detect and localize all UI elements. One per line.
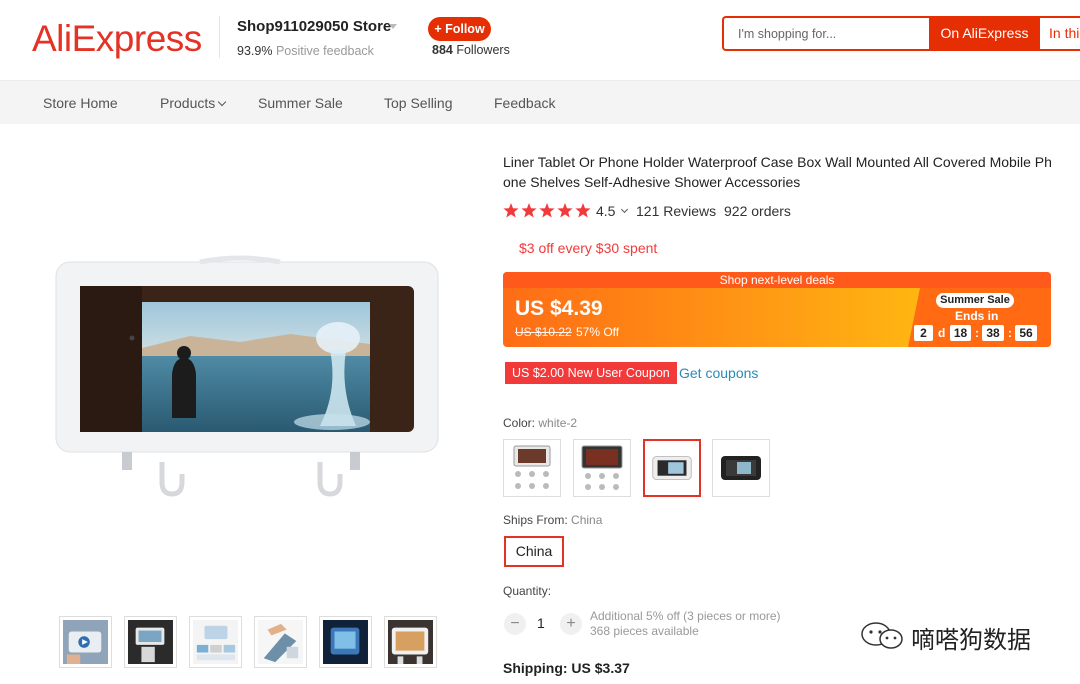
current-price: US $4.39 xyxy=(515,297,603,320)
store-feedback: 93.9% Positive feedback xyxy=(237,44,374,58)
rating-value[interactable]: 4.5 xyxy=(596,203,615,219)
color-label: Color: white-2 xyxy=(503,416,577,430)
quantity-label: Quantity: xyxy=(503,584,552,598)
store-name[interactable]: Shop911029050 Store xyxy=(237,18,391,35)
star-icon xyxy=(539,203,555,218)
followers-count: 884 Followers xyxy=(432,43,510,57)
nav-feedback[interactable]: Feedback xyxy=(494,95,555,111)
stock-available: 368 pieces available xyxy=(590,624,699,638)
discount-percent: 57% Off xyxy=(576,325,620,339)
ships-from-label: Ships From: China xyxy=(503,513,602,527)
product-title: Liner Tablet Or Phone Holder Waterproof … xyxy=(503,154,1052,190)
quantity-note: Additional 5% off (3 pieces or more) 368… xyxy=(590,609,781,639)
store-promotion[interactable]: $3 off every $30 spent xyxy=(519,240,657,256)
nav-products[interactable]: Products xyxy=(160,95,227,111)
chevron-down-icon xyxy=(218,97,227,107)
nav-summer-sale[interactable]: Summer Sale xyxy=(258,95,343,111)
search-input[interactable] xyxy=(724,18,929,49)
color-swatch-2[interactable] xyxy=(573,439,631,497)
thumbnail-5[interactable] xyxy=(319,616,372,668)
follow-button[interactable]: + Follow xyxy=(428,17,491,41)
quantity-decrease-button[interactable]: − xyxy=(504,613,526,635)
ships-from-value: China xyxy=(571,513,603,527)
star-icon xyxy=(503,203,519,218)
feedback-label: Positive feedback xyxy=(275,44,374,58)
rating-stars xyxy=(503,203,591,218)
orders-count: 922 orders xyxy=(724,203,791,219)
ships-from-label-text: Ships From: xyxy=(503,513,568,527)
deal-banner: Shop next-level deals US $4.39 US $10.22… xyxy=(503,272,1051,347)
thumbnail-2[interactable] xyxy=(124,616,177,668)
summer-sale-badge: Summer Sale xyxy=(936,293,1014,308)
quantity-value[interactable]: 1 xyxy=(537,615,545,631)
color-label-text: Color: xyxy=(503,416,536,430)
get-coupons-link[interactable]: Get coupons xyxy=(679,365,758,381)
countdown-seconds: 56 xyxy=(1015,325,1037,341)
countdown-separator: : xyxy=(975,326,979,340)
star-icon xyxy=(575,203,591,218)
nav-store-home[interactable]: Store Home xyxy=(43,95,118,111)
thumbnail-3[interactable] xyxy=(189,616,242,668)
feedback-percent: 93.9% xyxy=(237,44,273,58)
chevron-down-icon[interactable] xyxy=(620,205,629,214)
product-main-image[interactable] xyxy=(50,250,444,500)
search-on-aliexpress-button[interactable]: On AliExpress xyxy=(929,16,1040,51)
watermark-text: 嘀嗒狗数据 xyxy=(911,627,1031,654)
quantity-increase-button[interactable]: + xyxy=(560,613,582,635)
deal-banner-title: Shop next-level deals xyxy=(503,272,1051,288)
search-in-store-button[interactable]: In this store xyxy=(1040,16,1080,51)
wechat-icon xyxy=(861,622,903,649)
followers-label: Followers xyxy=(456,43,510,57)
color-value: white-2 xyxy=(538,416,578,430)
thumbnail-4[interactable] xyxy=(254,616,307,668)
aliexpress-logo[interactable]: AliExpress xyxy=(32,18,202,60)
ends-in-label: Ends in xyxy=(955,309,999,323)
nav-top-selling[interactable]: Top Selling xyxy=(384,95,453,111)
countdown-day-unit: d xyxy=(938,326,946,340)
shipping-cost: Shipping: US $3.37 xyxy=(503,660,630,676)
color-swatch-3-selected[interactable] xyxy=(643,439,701,497)
countdown-days: 2 xyxy=(914,325,933,341)
new-user-coupon[interactable]: US $2.00 New User Coupon xyxy=(505,362,677,384)
ships-from-option-china[interactable]: China xyxy=(504,536,564,567)
countdown-hours: 18 xyxy=(950,325,971,341)
store-nav: Store Home Products Summer Sale Top Sell… xyxy=(0,80,1080,124)
chevron-down-icon[interactable] xyxy=(389,24,397,29)
header: AliExpress Shop911029050 Store 93.9% Pos… xyxy=(0,0,1080,80)
thumbnail-6[interactable] xyxy=(384,616,437,668)
bulk-discount-note: Additional 5% off (3 pieces or more) xyxy=(590,609,781,623)
thumbnail-1[interactable] xyxy=(59,616,112,668)
countdown-minutes: 38 xyxy=(982,325,1004,341)
color-swatch-4[interactable] xyxy=(712,439,770,497)
countdown-separator: : xyxy=(1008,326,1012,340)
reviews-link[interactable]: 121 Reviews xyxy=(636,203,716,219)
header-divider xyxy=(219,16,220,58)
original-price: US $10.22 xyxy=(515,325,572,339)
star-icon xyxy=(557,203,573,218)
color-swatch-1[interactable] xyxy=(503,439,561,497)
followers-number: 884 xyxy=(432,43,453,57)
star-icon xyxy=(521,203,537,218)
nav-products-label: Products xyxy=(160,95,216,111)
